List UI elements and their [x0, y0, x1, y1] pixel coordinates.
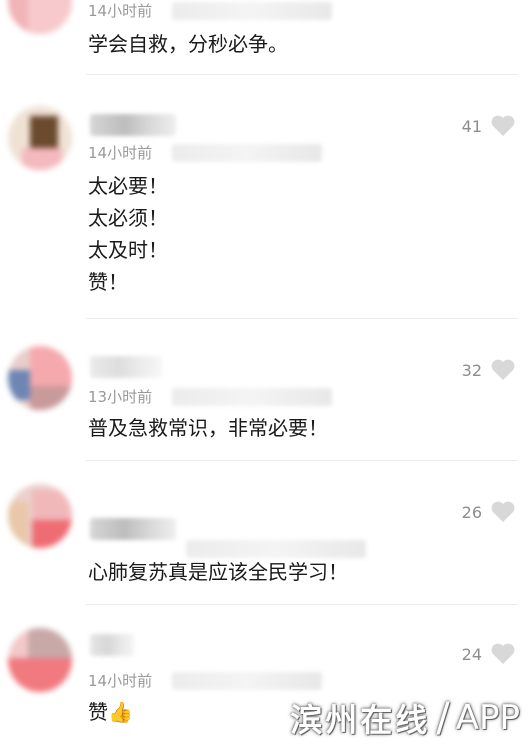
like-count: 26	[461, 502, 482, 522]
divider	[86, 460, 518, 461]
like-group[interactable]: 26	[462, 500, 516, 524]
like-group[interactable]: 24	[462, 642, 516, 666]
comment-text: 赞👍	[88, 700, 133, 724]
username-redacted[interactable]	[90, 114, 176, 136]
comment-time: 14小时前	[88, 144, 153, 162]
watermark-logo: 滨州在线 / APP	[290, 695, 520, 741]
divider	[86, 74, 518, 75]
avatar[interactable]	[8, 106, 72, 170]
comment-text: 心肺复苏真是应该全民学习！	[88, 560, 348, 584]
user-info-redacted	[172, 2, 332, 20]
heart-icon[interactable]	[490, 358, 516, 382]
avatar[interactable]	[8, 346, 72, 410]
user-info-redacted	[172, 144, 322, 162]
comment-item: 14小时前 太必要！ 太必须！ 太及时！ 赞！ 41	[0, 100, 530, 310]
comment-text: 普及急救常识，非常必要！	[88, 416, 328, 440]
like-count: 41	[461, 116, 482, 136]
like-count: 24	[461, 644, 482, 664]
avatar[interactable]	[8, 628, 72, 692]
comment-time: 14小时前	[88, 672, 153, 690]
username-redacted[interactable]	[90, 518, 176, 540]
watermark-name: 滨州在线	[290, 701, 431, 739]
watermark-suffix: APP	[455, 698, 520, 738]
like-group[interactable]: 41	[462, 114, 516, 138]
heart-icon[interactable]	[490, 500, 516, 524]
divider	[86, 318, 518, 319]
heart-icon[interactable]	[490, 642, 516, 666]
watermark-slash: /	[436, 695, 450, 741]
comment-item: 心肺复苏真是应该全民学习！ 26	[0, 478, 530, 608]
comment-time: 13小时前	[88, 388, 153, 406]
avatar[interactable]	[8, 484, 72, 548]
comment-text: 学会自救，分秒必争。	[88, 32, 288, 56]
comment-text: 太必要！ 太必须！ 太及时！ 赞！	[88, 174, 168, 294]
user-info-redacted	[172, 672, 322, 690]
comment-time: 14小时前	[88, 2, 153, 20]
like-count: 32	[461, 360, 482, 380]
comment-item: 14小时前 学会自救，分秒必争。	[0, 0, 530, 72]
divider	[86, 604, 518, 605]
user-info-redacted	[172, 388, 332, 406]
avatar[interactable]	[8, 0, 72, 34]
username-redacted[interactable]	[90, 634, 134, 656]
heart-icon[interactable]	[490, 114, 516, 138]
like-group[interactable]: 32	[462, 358, 516, 382]
username-redacted[interactable]	[90, 356, 162, 378]
comment-item: 13小时前 普及急救常识，非常必要！ 32	[0, 338, 530, 458]
